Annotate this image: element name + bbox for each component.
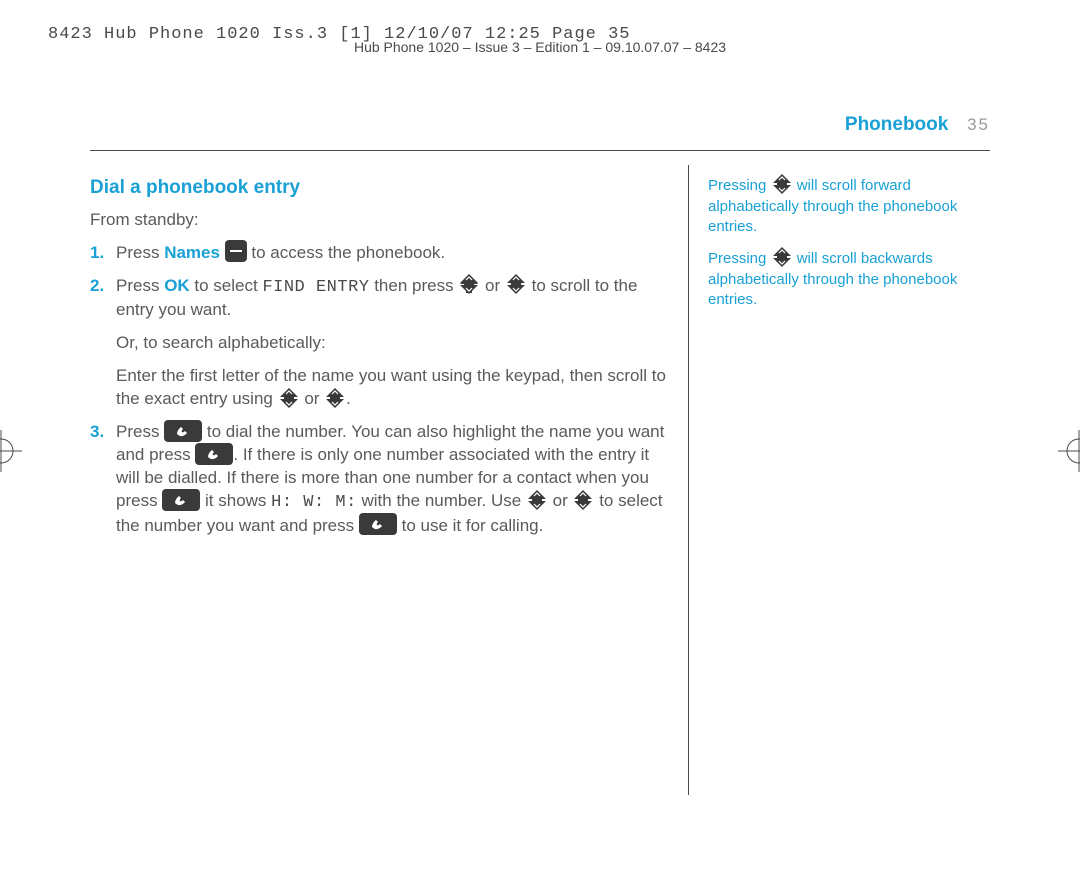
nav-up-icon bbox=[458, 273, 480, 295]
side-note-2: Pressing will scroll backwards alphabeti… bbox=[708, 248, 988, 311]
call-key-icon bbox=[359, 513, 397, 535]
nav-down-icon bbox=[771, 173, 793, 195]
step-3: 3. Press to dial the number. You can als… bbox=[90, 421, 670, 538]
page-title: Phonebook bbox=[845, 114, 948, 135]
step-number: 2. bbox=[90, 275, 104, 298]
section-heading: Dial a phonebook entry bbox=[90, 175, 670, 201]
side-note-1: Pressing will scroll forward alphabetica… bbox=[708, 175, 988, 238]
text: to access the phonebook. bbox=[247, 243, 445, 262]
step-number: 3. bbox=[90, 421, 104, 444]
step-number: 1. bbox=[90, 242, 104, 265]
text: Press bbox=[116, 276, 164, 295]
step-2: 2. Press OK to select FIND ENTRY then pr… bbox=[90, 275, 670, 412]
nav-down-icon bbox=[505, 273, 527, 295]
registration-mark-left-icon bbox=[0, 430, 22, 472]
text: Enter the first letter of the name you w… bbox=[116, 366, 666, 408]
nav-up-icon bbox=[278, 387, 300, 409]
nav-down-icon bbox=[572, 489, 594, 511]
call-key-icon bbox=[164, 420, 202, 442]
ok-keyword: OK bbox=[164, 276, 190, 295]
or-search-label: Or, to search alphabetically: bbox=[116, 332, 670, 355]
step-1: 1. Press Names to access the phonebook. bbox=[90, 242, 670, 265]
text: or bbox=[480, 276, 505, 295]
nav-up-icon bbox=[771, 246, 793, 268]
text: . bbox=[346, 389, 351, 408]
search-instruction: Enter the first letter of the name you w… bbox=[116, 365, 670, 411]
main-column: Dial a phonebook entry From standby: 1. … bbox=[90, 175, 670, 548]
text: Press bbox=[116, 243, 164, 262]
page-number: 35 bbox=[967, 115, 990, 134]
running-footer-text: Hub Phone 1020 – Issue 3 – Edition 1 – 0… bbox=[0, 38, 1080, 57]
nav-down-icon bbox=[324, 387, 346, 409]
document-page: 8423 Hub Phone 1020 Iss.3 [1] 12/10/07 1… bbox=[0, 0, 1080, 873]
find-entry-keyword: FIND ENTRY bbox=[262, 278, 369, 297]
nav-up-icon bbox=[526, 489, 548, 511]
text: Pressing bbox=[708, 177, 771, 194]
call-key-icon bbox=[162, 489, 200, 511]
text: then press bbox=[369, 276, 458, 295]
text: to select bbox=[190, 276, 263, 295]
call-key-icon bbox=[195, 443, 233, 465]
text: it shows bbox=[200, 491, 271, 510]
column-divider bbox=[688, 165, 689, 795]
registration-mark-right-icon bbox=[1058, 430, 1080, 472]
text: Pressing bbox=[708, 249, 771, 266]
hwm-keyword: H: W: M: bbox=[271, 493, 357, 512]
text: with the number. Use bbox=[357, 491, 526, 510]
text: Press bbox=[116, 422, 164, 441]
side-column: Pressing will scroll forward alphabetica… bbox=[708, 175, 988, 320]
minus-key-icon bbox=[225, 240, 247, 262]
header-rule bbox=[90, 150, 990, 151]
text: or bbox=[548, 491, 573, 510]
from-standby-label: From standby: bbox=[90, 209, 670, 232]
instruction-list: 1. Press Names to access the phonebook. … bbox=[90, 242, 670, 538]
names-keyword: Names bbox=[164, 243, 220, 262]
text: or bbox=[300, 389, 325, 408]
text: to use it for calling. bbox=[397, 516, 543, 535]
page-header: Phonebook 35 bbox=[845, 112, 990, 138]
